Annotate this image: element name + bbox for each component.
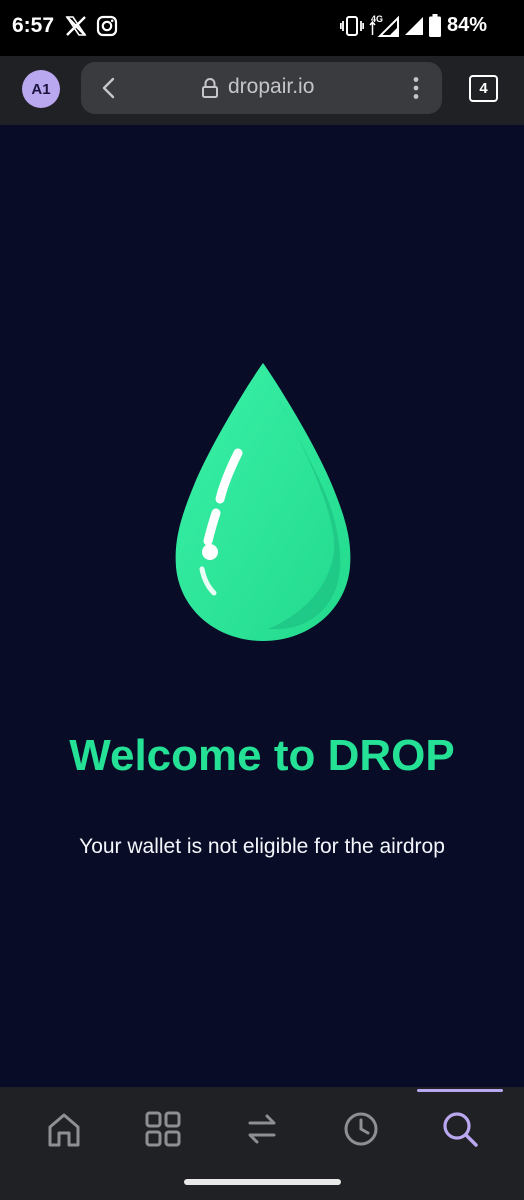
bottom-navigation	[0, 1087, 524, 1200]
url-text[interactable]: dropair.io	[228, 75, 314, 99]
gesture-home-bar[interactable]	[184, 1179, 341, 1185]
signal-icon	[405, 17, 423, 35]
battery-icon	[429, 14, 441, 37]
lock-icon	[202, 78, 218, 98]
vibrate-icon	[340, 16, 364, 36]
more-menu-icon[interactable]	[409, 76, 423, 100]
search-icon[interactable]	[440, 1109, 480, 1149]
water-drop-logo	[175, 363, 351, 641]
browser-toolbar: A1 dropair.io 4	[0, 56, 524, 125]
back-arrow-icon[interactable]	[99, 77, 119, 99]
profile-avatar[interactable]: A1	[22, 70, 60, 108]
grid-icon[interactable]	[143, 1109, 183, 1149]
battery-percent: 84%	[447, 14, 488, 36]
address-bar[interactable]: dropair.io	[81, 62, 442, 114]
active-tab-indicator	[417, 1089, 503, 1092]
home-icon[interactable]	[44, 1109, 84, 1149]
tab-switcher-button[interactable]: 4	[469, 75, 498, 102]
swap-icon[interactable]	[242, 1109, 282, 1149]
status-bar: 6:57 4G 84%	[0, 0, 524, 56]
page-content: Welcome to DROP Your wallet is not eligi…	[0, 125, 524, 1087]
x-icon	[65, 16, 87, 36]
history-icon[interactable]	[341, 1109, 381, 1149]
status-time: 6:57	[12, 14, 55, 37]
instagram-icon	[96, 15, 118, 37]
eligibility-message: Your wallet is not eligible for the aird…	[79, 835, 445, 858]
signal-4g-icon: 4G	[369, 14, 399, 37]
welcome-title: Welcome to DROP	[69, 731, 455, 780]
